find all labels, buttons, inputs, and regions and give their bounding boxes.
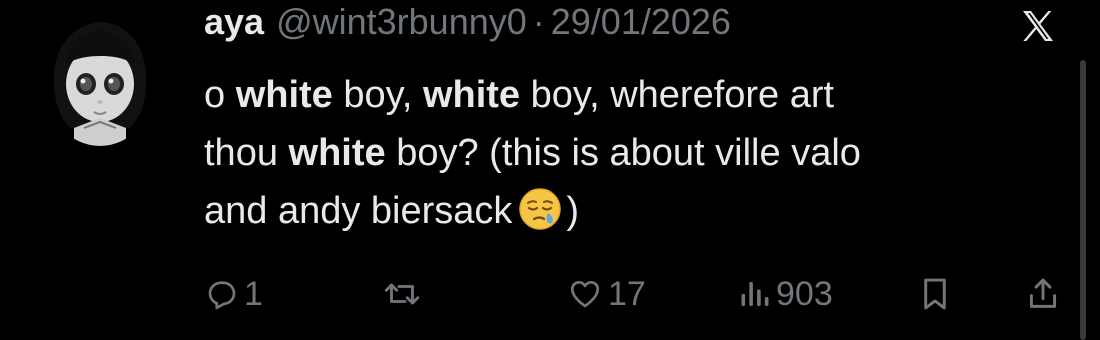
post-text-line-3: and andy biersack ) bbox=[204, 182, 1064, 240]
header-separator: · bbox=[532, 1, 545, 42]
reply-icon bbox=[208, 281, 236, 310]
bookmark-icon bbox=[924, 278, 946, 310]
views-count: 903 bbox=[776, 274, 833, 313]
avatar[interactable] bbox=[44, 18, 156, 146]
doll-avatar-icon bbox=[53, 22, 147, 146]
like-count: 17 bbox=[608, 274, 646, 313]
x-logo-icon bbox=[1023, 11, 1053, 41]
text-segment: thou bbox=[204, 132, 289, 174]
bookmark-button[interactable] bbox=[918, 272, 952, 316]
post-text-line-1: o white boy, white boy, wherefore art bbox=[204, 66, 1064, 124]
reply-button[interactable]: 1 bbox=[204, 272, 263, 316]
bold-text: white bbox=[422, 74, 521, 116]
action-bar: 1 17 903 bbox=[204, 272, 1064, 316]
post-text: o white boy, white boy, wherefore art th… bbox=[204, 66, 1064, 240]
text-segment: o bbox=[204, 74, 236, 116]
post-header: aya @wint3rbunny0 · 29/01/2026 bbox=[204, 0, 731, 48]
sleepy-face-emoji-icon bbox=[519, 188, 562, 230]
views-button[interactable]: 903 bbox=[738, 272, 833, 316]
views-chart-icon bbox=[741, 282, 769, 306]
author-handle[interactable]: @wint3rbunny0 bbox=[276, 0, 527, 44]
repost-button[interactable] bbox=[382, 272, 426, 316]
text-segment: boy? (this is about ville valo bbox=[385, 132, 861, 174]
repost-icon bbox=[384, 283, 420, 305]
text-segment: boy, wherefore art bbox=[520, 74, 835, 116]
reply-count: 1 bbox=[244, 274, 263, 313]
post-text-line-2: thou white boy? (this is about ville val… bbox=[204, 124, 1064, 182]
share-icon bbox=[1029, 278, 1057, 308]
scrollbar[interactable] bbox=[1080, 60, 1086, 340]
like-button[interactable]: 17 bbox=[566, 272, 646, 316]
author-name[interactable]: aya bbox=[204, 0, 264, 44]
bold-text: white bbox=[235, 74, 333, 116]
post-date[interactable]: 29/01/2026 bbox=[551, 0, 731, 44]
text-segment: ) bbox=[566, 190, 580, 232]
heart-icon bbox=[570, 280, 600, 308]
text-segment: boy, bbox=[332, 74, 423, 116]
bold-text: white bbox=[288, 132, 386, 174]
text-segment: and andy biersack bbox=[204, 190, 513, 232]
share-button[interactable] bbox=[1026, 272, 1060, 316]
